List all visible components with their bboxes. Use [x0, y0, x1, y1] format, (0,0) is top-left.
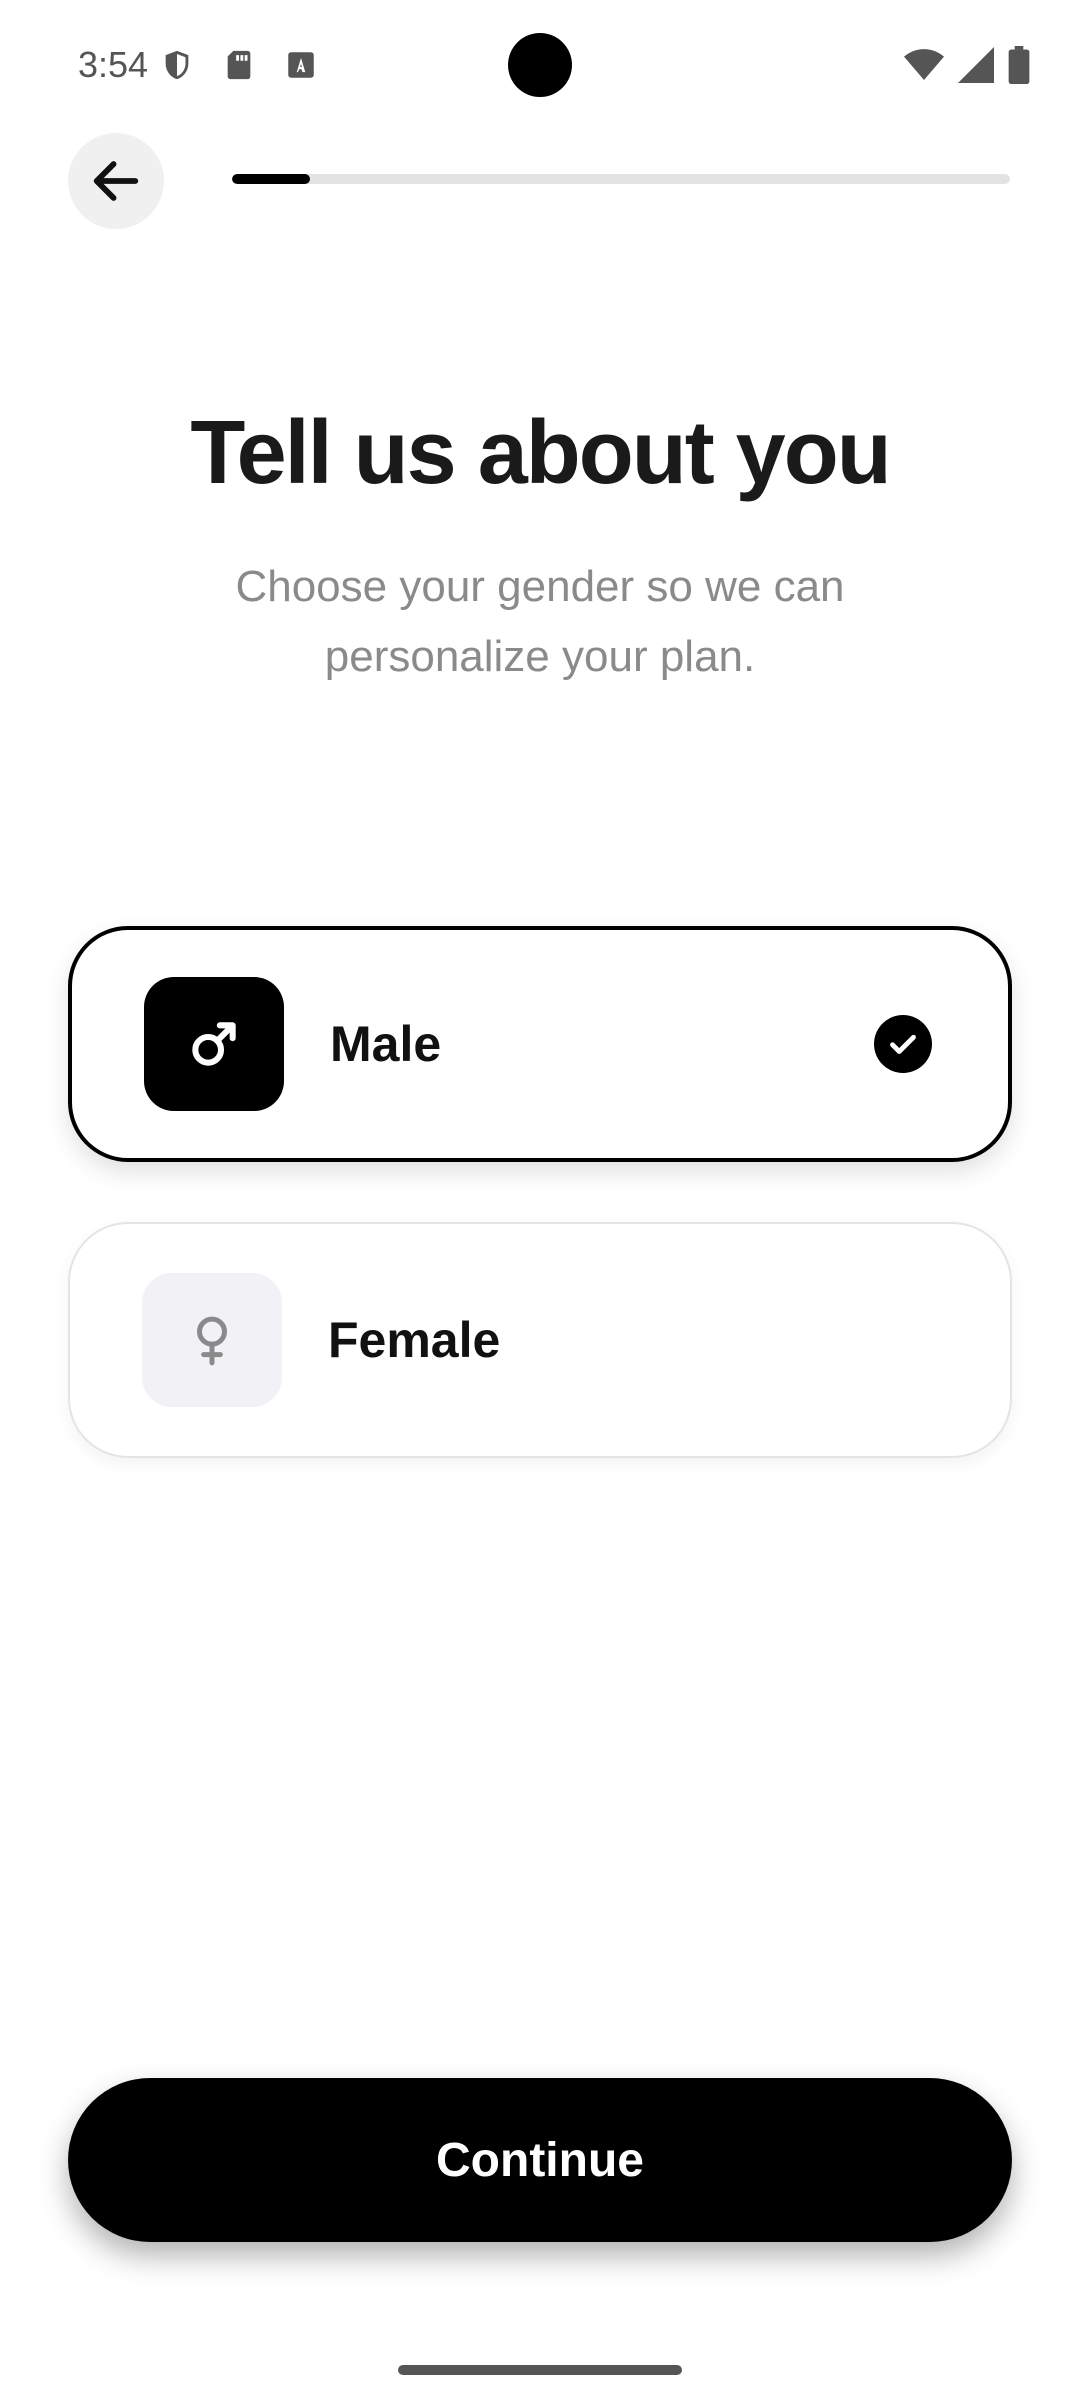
option-male-label: Male [330, 1016, 442, 1072]
option-female[interactable]: Female [68, 1222, 1012, 1458]
shield-icon [165, 50, 189, 80]
progress-fill [232, 174, 310, 184]
female-symbol-icon [197, 1316, 227, 1366]
progress-bar [232, 174, 1010, 184]
battery-icon [1008, 46, 1030, 84]
check-icon [874, 1015, 932, 1073]
wifi-icon [904, 49, 944, 80]
page-title: Tell us about you [190, 403, 891, 503]
option-male-icon-box [144, 977, 284, 1111]
status-icons-right [904, 46, 1030, 84]
font-download-icon [288, 52, 314, 78]
option-female-label: Female [328, 1312, 501, 1368]
arrow-left-icon [93, 161, 139, 201]
male-symbol-icon [192, 1022, 236, 1066]
status-icons-left [160, 46, 318, 84]
home-indicator[interactable] [398, 2365, 682, 2375]
back-button[interactable] [68, 133, 164, 229]
status-bar: 3:54 [0, 0, 1080, 130]
continue-button[interactable]: Continue [68, 2078, 1012, 2242]
camera-cutout [508, 33, 572, 97]
page-subtitle: Choose your gender so we can personalize… [235, 562, 845, 681]
option-male[interactable]: Male [68, 926, 1012, 1162]
signal-icon [958, 47, 994, 83]
status-time: 3:54 [78, 44, 149, 85]
option-female-icon-box [142, 1273, 282, 1407]
sd-card-icon [227, 50, 251, 80]
